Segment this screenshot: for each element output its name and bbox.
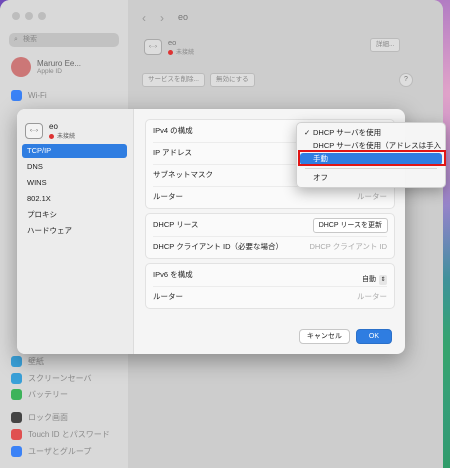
ipv6-router-label: ルーター	[153, 292, 183, 301]
sidebar-item-lock-screen[interactable]: ロック画面	[11, 412, 68, 423]
sidebar-item-label: ユーザとグループ	[28, 447, 92, 456]
tab-proxy[interactable]: プロキシ	[22, 208, 127, 222]
user-subtitle: Apple ID	[37, 68, 62, 75]
dialog-service-name: eo	[49, 122, 58, 131]
ipv6-config-row: IPv6 を構成 自動 ⇕	[146, 264, 394, 286]
sidebar-item-touch-id[interactable]: Touch ID とパスワード	[11, 429, 110, 440]
details-button[interactable]: 詳細...	[370, 38, 401, 52]
apple-id-account[interactable]: Maruro Ee... Apple ID	[11, 57, 81, 77]
sidebar-item-battery[interactable]: バッテリー	[11, 389, 68, 400]
dhcp-lease-row: DHCP リース DHCP リースを更新	[146, 214, 394, 236]
back-chevron-icon[interactable]: ‹	[142, 11, 146, 25]
network-service-icon: ‹··›	[144, 39, 162, 55]
zoom-window-button[interactable]	[38, 12, 46, 20]
sidebar-item-wifi[interactable]: Wi-Fi	[11, 90, 47, 101]
dhcp-client-id-label: DHCP クライアント ID（必要な場合）	[153, 242, 283, 251]
dhcp-panel: DHCP リース DHCP リースを更新 DHCP クライアント ID（必要な場…	[145, 213, 395, 259]
sidebar-item-label: バッテリー	[28, 390, 68, 399]
search-icon: ⌕	[14, 36, 18, 43]
tab-tcpip[interactable]: TCP/IP	[22, 144, 127, 158]
help-button[interactable]: ?	[399, 73, 413, 87]
ipv6-config-value: 自動	[362, 276, 376, 283]
service-header: ‹··› eo 未接続	[144, 38, 194, 56]
dhcp-client-id-input[interactable]: DHCP クライアント ID	[310, 236, 387, 258]
highlight-annotation-box	[298, 150, 446, 166]
minimize-window-button[interactable]	[25, 12, 33, 20]
users-icon	[11, 446, 22, 457]
subnet-mask-label: サブネットマスク	[153, 170, 213, 179]
renew-dhcp-lease-button[interactable]: DHCP リースを更新	[312, 218, 388, 233]
ipv6-router-input[interactable]: ルーター	[357, 286, 387, 308]
ip-address-label: IP アドレス	[153, 148, 193, 157]
sidebar-item-label: Touch ID とパスワード	[28, 430, 110, 439]
menu-item-dhcp[interactable]: ✓ DHCP サーバを使用	[300, 127, 442, 139]
ok-button[interactable]: OK	[355, 329, 392, 344]
router-row: ルーター ルーター	[146, 186, 394, 208]
tab-hardware[interactable]: ハードウェア	[22, 224, 127, 238]
checkmark-icon: ✓	[304, 128, 311, 137]
screensaver-icon	[11, 373, 22, 384]
menu-separator	[305, 168, 437, 169]
page-title: eo	[178, 12, 189, 22]
fingerprint-icon	[11, 429, 22, 440]
search-placeholder: 検索	[23, 36, 37, 43]
dialog-sidebar: ‹··› eo 未接続 TCP/IP DNS WINS 802.1X プロキシ …	[17, 109, 134, 354]
user-name: Maruro Ee...	[37, 59, 82, 68]
dialog-service-header: ‹··› eo 未接続	[25, 122, 75, 140]
status-dot-icon	[168, 49, 173, 55]
status-dot-icon	[49, 133, 54, 139]
sidebar-item-label: スクリーンセーバ	[28, 374, 92, 383]
service-name: eo	[168, 38, 177, 47]
tab-wins[interactable]: WINS	[22, 176, 127, 190]
service-status-text: 未接続	[176, 50, 195, 56]
lock-screen-icon	[11, 412, 22, 423]
menu-item-label: DHCP サーバを使用	[313, 128, 382, 137]
sidebar-item-screensaver[interactable]: スクリーンセーバ	[11, 373, 92, 384]
router-input[interactable]: ルーター	[357, 186, 387, 208]
sidebar-search-field[interactable]: ⌕ 検索	[9, 33, 119, 47]
close-window-button[interactable]	[12, 12, 20, 20]
dialog-footer: キャンセル OK	[298, 329, 392, 344]
avatar	[11, 57, 31, 77]
sidebar-item-wallpaper[interactable]: 壁紙	[11, 356, 44, 367]
network-service-icon: ‹··›	[25, 123, 43, 139]
wallpaper-icon	[11, 356, 22, 367]
service-status: 未接続	[168, 47, 194, 56]
dialog-service-status: 未接続	[49, 131, 75, 140]
sidebar-item-label: Wi-Fi	[28, 91, 47, 100]
ipv4-config-label: IPv4 の構成	[153, 126, 193, 135]
ipv6-panel: IPv6 を構成 自動 ⇕ ルーター ルーター	[145, 263, 395, 309]
ipv6-config-label: IPv6 を構成	[153, 270, 193, 279]
menu-item-label: オフ	[313, 173, 328, 182]
sidebar-item-label: ロック画面	[28, 413, 68, 422]
menu-item-off[interactable]: オフ	[300, 172, 442, 184]
navigation-arrows: ‹ ›	[142, 11, 164, 25]
battery-icon	[11, 389, 22, 400]
dhcp-lease-label: DHCP リース	[153, 220, 199, 229]
forward-chevron-icon[interactable]: ›	[160, 11, 164, 25]
delete-service-button[interactable]: サービスを削除...	[142, 73, 205, 87]
window-controls	[12, 12, 46, 20]
cancel-button[interactable]: キャンセル	[298, 329, 350, 344]
tab-8021x[interactable]: 802.1X	[22, 192, 127, 206]
tab-dns[interactable]: DNS	[22, 160, 127, 174]
sidebar-item-label: 壁紙	[28, 357, 44, 366]
dialog-service-status-text: 未接続	[57, 134, 76, 140]
disable-button[interactable]: 無効にする	[210, 73, 255, 87]
router-label: ルーター	[153, 192, 183, 201]
wifi-icon	[11, 90, 22, 101]
chevron-up-down-icon: ⇕	[379, 275, 387, 285]
sidebar-item-users-groups[interactable]: ユーザとグループ	[11, 446, 91, 457]
ipv6-router-row: ルーター ルーター	[146, 286, 394, 308]
dhcp-client-id-row: DHCP クライアント ID（必要な場合） DHCP クライアント ID	[146, 236, 394, 258]
